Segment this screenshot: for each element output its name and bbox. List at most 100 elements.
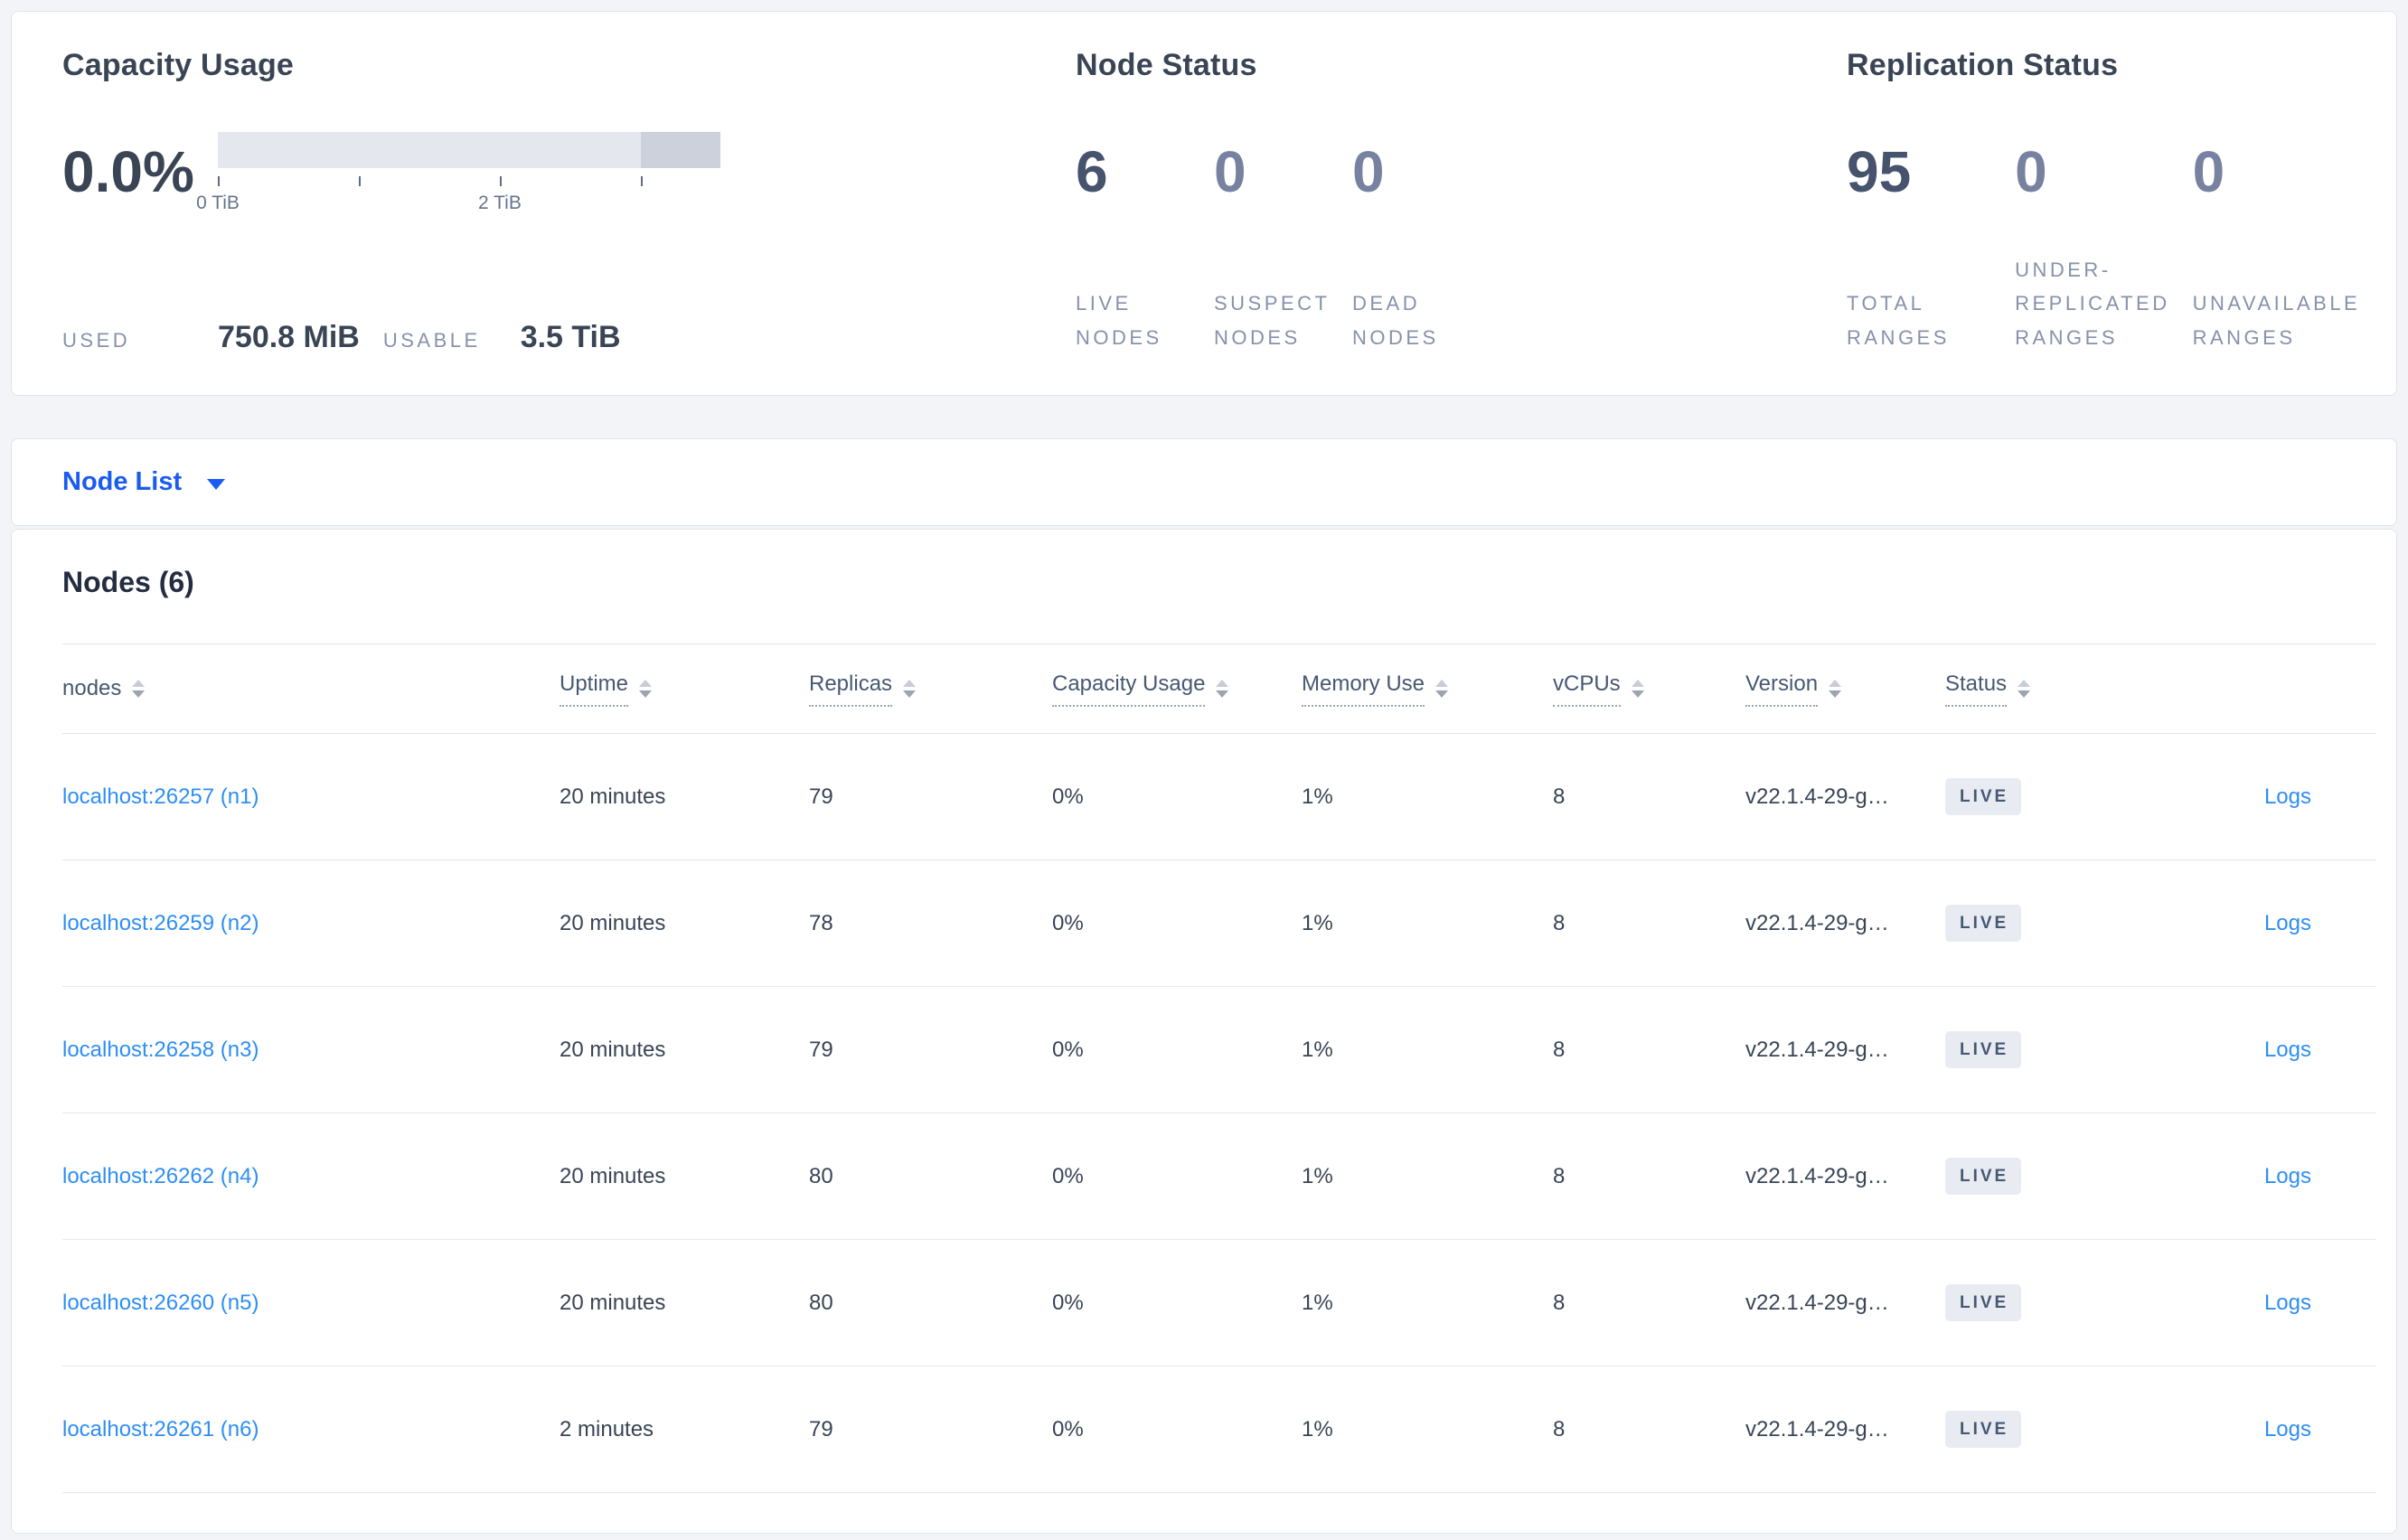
column-header-label[interactable]: Status [1945, 671, 2008, 707]
sort-icon[interactable] [1631, 680, 1644, 698]
node-link[interactable]: localhost:26260 (n5) [62, 1291, 259, 1315]
sort-icon[interactable] [1216, 680, 1229, 698]
capacity-tick-mark [641, 176, 644, 186]
version-value: v22.1.4-29-g… [1745, 1290, 1889, 1315]
table-row: localhost:26259 (n2) 20 minutes 78 0% 1% 8 v22… [62, 860, 2376, 987]
capacity-tick-mark [218, 176, 220, 186]
table-row: localhost:26261 (n6) 2 minutes 79 0% 1% 8 v22.… [62, 1366, 2376, 1493]
tick-label-2tib: 2 TiB [477, 192, 522, 213]
logs-link[interactable]: Logs [2264, 911, 2311, 935]
uptime-cell: 2 minutes [560, 1417, 809, 1442]
capacity-cell: 0% [1052, 911, 1302, 936]
status-badge: LIVE [1945, 778, 2022, 815]
memory-value: 1% [1302, 784, 1333, 809]
stat-value: 6 [1076, 139, 1108, 204]
node-link[interactable]: localhost:26258 (n3) [62, 1038, 259, 1062]
column-header-label[interactable]: Capacity Usage [1052, 671, 1206, 707]
column-header-uptime: Uptime [560, 671, 809, 707]
logs-link[interactable]: Logs [2264, 1291, 2311, 1315]
node-link[interactable]: localhost:26262 (n4) [62, 1164, 259, 1188]
uptime-value: 20 minutes [560, 1037, 666, 1062]
capacity-tick-mark [499, 176, 502, 186]
node-address-cell: localhost:26260 (n5) [62, 1291, 560, 1316]
status-cell: LIVE [1945, 1284, 2145, 1321]
node-list-dropdown[interactable]: Node List [62, 467, 182, 497]
version-cell: v22.1.4-29-g… [1745, 1417, 1945, 1442]
replication-status-title: Replication Status [1847, 48, 2119, 82]
column-header-version: Version [1745, 671, 1945, 707]
summary-stat: 0 DEAD NODES [1352, 132, 1491, 355]
stat-value: 0 [1214, 139, 1246, 204]
node-address-cell: localhost:26262 (n4) [62, 1164, 560, 1189]
memory-cell: 1% [1302, 1417, 1553, 1442]
capacity-tick-mark [359, 176, 361, 186]
vcpus-cell: 8 [1553, 1038, 1745, 1063]
stat-label: UNAVAILABLE RANGES [2192, 292, 2361, 350]
logs-link[interactable]: Logs [2264, 784, 2311, 809]
replication-status-section: Replication Status 95 TOTAL RANGES 0 UNDER-… [1847, 48, 2386, 355]
logs-link[interactable]: Logs [2264, 1417, 2311, 1441]
sort-icon[interactable] [1435, 680, 1449, 698]
uptime-value: 20 minutes [560, 910, 666, 935]
node-status-title: Node Status [1076, 48, 1257, 82]
table-row: localhost:26258 (n3) 20 minutes 79 0% 1% 8 v22… [62, 987, 2376, 1113]
capacity-usage-title: Capacity Usage [62, 48, 295, 82]
column-header-label[interactable]: Memory Use [1302, 671, 1425, 707]
sort-icon[interactable] [903, 680, 917, 698]
capacity-bar-tick-labels: 0 TiB 2 TiB [196, 192, 720, 216]
node-link[interactable]: localhost:26257 (n1) [62, 784, 259, 809]
stat-value: 0 [2192, 139, 2225, 204]
column-header-label[interactable]: Replicas [809, 671, 893, 707]
column-header-label[interactable]: vCPUs [1553, 671, 1621, 707]
sort-icon[interactable] [2018, 680, 2031, 698]
version-cell: v22.1.4-29-g… [1745, 911, 1945, 936]
chevron-down-icon[interactable] [207, 478, 226, 490]
column-header-memory: Memory Use [1302, 671, 1553, 707]
capacity-cell: 0% [1052, 784, 1302, 810]
vcpus-value: 8 [1553, 1416, 1566, 1441]
view-selector-bar[interactable]: Node List [11, 438, 2397, 526]
status-badge: LIVE [1945, 905, 2022, 942]
node-link[interactable]: localhost:26261 (n6) [62, 1417, 259, 1441]
uptime-value: 20 minutes [560, 1163, 666, 1188]
replicas-value: 78 [809, 910, 833, 935]
status-badge: LIVE [1945, 1158, 2022, 1195]
stat-value: 0 [1352, 139, 1385, 204]
capacity-value: 0% [1052, 784, 1084, 809]
used-label: USED [62, 329, 131, 352]
replicas-cell: 79 [809, 1417, 1052, 1442]
capacity-value: 0% [1052, 1163, 1084, 1188]
column-header-label[interactable]: Uptime [560, 671, 629, 707]
node-address-cell: localhost:26258 (n3) [62, 1038, 560, 1063]
node-link[interactable]: localhost:26259 (n2) [62, 911, 259, 935]
column-header-capacity: Capacity Usage [1052, 671, 1302, 707]
cluster-overview-page: Capacity Usage 0.0% 0 TiB 2 TiB USED 750… [0, 11, 2408, 1534]
capacity-bar-ticks [218, 176, 720, 187]
summary-stat: 95 TOTAL RANGES [1847, 132, 2015, 355]
sort-icon[interactable] [132, 680, 146, 698]
column-header-label[interactable]: Version [1745, 671, 1819, 707]
replicas-cell: 79 [809, 1038, 1052, 1063]
vcpus-value: 8 [1553, 784, 1566, 809]
table-row: localhost:26260 (n5) 20 minutes 80 0% 1% 8 v22… [62, 1240, 2376, 1366]
status-cell: LIVE [1945, 905, 2145, 942]
node-address-cell: localhost:26259 (n2) [62, 911, 560, 936]
replicas-value: 80 [809, 1290, 833, 1315]
logs-link[interactable]: Logs [2264, 1038, 2311, 1062]
version-cell: v22.1.4-29-g… [1745, 1164, 1945, 1189]
column-header-label[interactable]: nodes [62, 676, 121, 701]
sort-icon[interactable] [639, 680, 653, 698]
logs-link[interactable]: Logs [2264, 1164, 2311, 1188]
memory-cell: 1% [1302, 1291, 1553, 1316]
summary-stat: 0 UNAVAILABLE RANGES [2193, 132, 2386, 355]
replicas-value: 79 [809, 784, 833, 809]
capacity-usage-section: Capacity Usage 0.0% 0 TiB 2 TiB USED 750… [62, 48, 1076, 355]
memory-value: 1% [1302, 1163, 1333, 1188]
replicas-cell: 80 [809, 1291, 1052, 1316]
table-header-row: nodes Uptime Replicas Capacity Usage Memory … [62, 643, 2376, 734]
version-cell: v22.1.4-29-g… [1745, 784, 1945, 810]
version-value: v22.1.4-29-g… [1745, 784, 1889, 809]
summary-stat: 6 LIVE NODES [1076, 132, 1214, 355]
version-value: v22.1.4-29-g… [1745, 1037, 1889, 1062]
sort-icon[interactable] [1829, 680, 1842, 698]
